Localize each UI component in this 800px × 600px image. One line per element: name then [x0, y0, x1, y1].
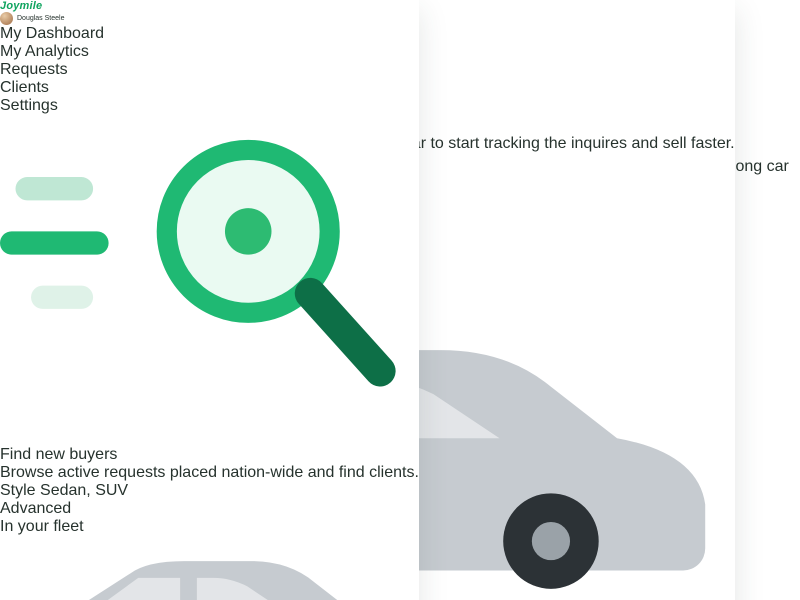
joymile-logo: Joymile [0, 0, 419, 12]
find-buyers-body: Browse active requests placed nation-wid… [0, 464, 419, 482]
sidebar: My Dashboard My Analytics Requests Clien… [0, 25, 419, 115]
sidebar-item-requests[interactable]: Requests [0, 61, 419, 79]
sidebar-item-analytics[interactable]: My Analytics [0, 43, 419, 61]
advanced-button[interactable]: Advanced [0, 500, 71, 517]
in-your-fleet-label: In your fleet [0, 518, 419, 536]
vehicle-image [0, 536, 419, 600]
magnifier-illustration [0, 115, 419, 441]
user-menu[interactable]: Douglas Steele [0, 12, 419, 25]
sidebar-item-settings[interactable]: Settings [0, 97, 419, 115]
panel-find-buyers: Joymile Douglas Steele My Dashboard My A… [0, 0, 419, 600]
avatar [0, 12, 13, 25]
design-collage: Joymile Douglas Steele My Dashboard My A… [0, 0, 800, 600]
user-name: Douglas Steele [17, 15, 64, 22]
find-buyers-title: Find new buyers [0, 446, 419, 464]
sidebar-item-dashboard[interactable]: My Dashboard [0, 25, 419, 43]
sidebar-item-clients[interactable]: Clients [0, 79, 419, 97]
style-select[interactable]: Style Sedan, SUV [0, 482, 419, 500]
fleet-vehicle-card[interactable]: Skoda Kodiaq HIGH DEMAND [0, 536, 419, 600]
